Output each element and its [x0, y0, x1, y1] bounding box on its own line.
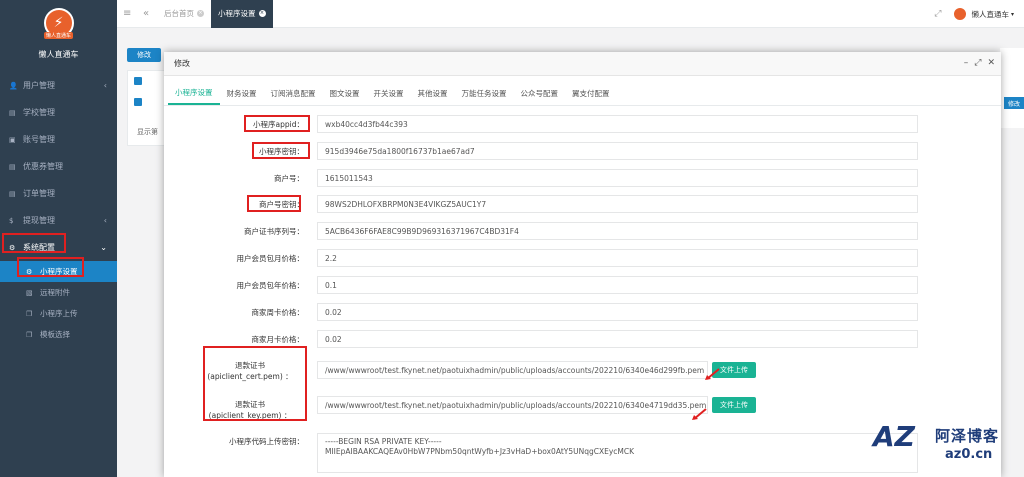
edit-button[interactable]: 修改 [127, 48, 161, 62]
upload-key-button[interactable]: 文件上传 [712, 397, 756, 413]
highlight-miniapp-settings [17, 257, 84, 277]
tab-miniapp-settings[interactable]: 小程序设置 × [211, 0, 273, 28]
chevron-left-icon: ‹ [103, 81, 107, 90]
sidebar-item-withdraw[interactable]: $ 提现管理 ‹ [0, 207, 117, 234]
modal-header: 修改 [164, 52, 1001, 76]
id-card-icon: ▣ [9, 135, 16, 144]
monthly-card-field[interactable]: 0.02 [317, 330, 918, 348]
sidebar-item-schools[interactable]: ▤ 学校管理 [0, 99, 117, 126]
minimize-icon[interactable]: – [964, 58, 969, 68]
double-left-icon[interactable]: « [143, 8, 157, 19]
cert-path-field[interactable]: /www/wwwroot/test.fkynet.net/paotuixhadm… [317, 361, 708, 379]
label-monthly-card: 商家月卡价格： [251, 335, 305, 344]
sidebar-subitem-template-select[interactable]: ❐ 模板选择 [0, 324, 117, 345]
watermark: AZ 阿泽博客 az0.cn [873, 420, 1023, 470]
username[interactable]: 懒人直通车 [971, 9, 1009, 20]
weekly-card-field[interactable]: 0.02 [317, 303, 918, 321]
secret-field[interactable]: 915d3946e75da1800f16737b1ae67ad7 [317, 142, 918, 160]
sidebar-subitem-remote-attachment[interactable]: ▧ 远程附件 [0, 282, 117, 303]
document-icon: ▤ [9, 108, 16, 117]
yearly-price-field[interactable]: 0.1 [317, 276, 918, 294]
dollar-icon: $ [9, 216, 14, 225]
highlight-appid-label [244, 115, 310, 132]
modal-controls: – ⤢ ✕ [964, 58, 995, 68]
label-weekly-card: 商家周卡价格： [251, 308, 305, 317]
tab-rich-text[interactable]: 图文设置 [323, 81, 367, 105]
tab-switches[interactable]: 开关设置 [367, 81, 411, 105]
tab-bestpay[interactable]: 翼支付配置 [565, 81, 617, 105]
tab-miniapp[interactable]: 小程序设置 [168, 81, 220, 105]
menu-icon[interactable]: ≡ [123, 8, 137, 19]
image-icon: ▧ [26, 288, 33, 297]
background-right [1000, 48, 1024, 128]
mchid-field[interactable]: 1615011543 [317, 169, 918, 187]
copy-icon: ❐ [26, 309, 33, 318]
label-upload-key: 小程序代码上传密钥： [229, 437, 304, 446]
sidebar-item-orders[interactable]: ▤ 订单管理 [0, 180, 117, 207]
close-icon[interactable]: × [197, 10, 204, 17]
tab-finance[interactable]: 财务设置 [220, 81, 264, 105]
arrow-icon [692, 408, 707, 420]
pagination-info: 显示第 [137, 128, 158, 136]
brand: ⚡ 懒人直通车 懒人直通车 [0, 0, 117, 72]
highlight-secret-label [252, 142, 310, 159]
topbar: ≡ « 后台首页 × 小程序设置 × ⤢ 懒人直通车 ▾ [117, 0, 1024, 28]
upload-key-textarea[interactable]: -----BEGIN RSA PRIVATE KEY----- MIIEpAIB… [317, 433, 918, 473]
tab-subscribe-msg[interactable]: 订阅消息配置 [264, 81, 323, 105]
label-monthly-price: 用户会员包月价格： [236, 254, 305, 263]
caret-down-icon[interactable]: ▾ [1011, 11, 1014, 18]
topbar-right: ⤢ 懒人直通车 ▾ [934, 0, 1014, 28]
sidebar-item-coupons[interactable]: ▤ 优惠券管理 [0, 153, 117, 180]
fullscreen-icon[interactable]: ⤢ [934, 9, 941, 19]
select-all-checkbox[interactable] [134, 77, 142, 85]
label-cert-serial: 商户证书序列号： [244, 227, 304, 236]
highlight-cert-labels [203, 346, 307, 421]
maximize-icon[interactable]: ⤢ [974, 58, 981, 68]
watermark-title: 阿泽博客 [935, 427, 1000, 445]
row-edit-button[interactable]: 修改 [1004, 97, 1024, 109]
modal-tabs: 小程序设置 财务设置 订阅消息配置 图文设置 开关设置 其他设置 万能任务设置 … [164, 76, 1001, 106]
row-checkbox[interactable] [134, 98, 142, 106]
avatar[interactable] [953, 7, 968, 21]
copy-icon: ❐ [26, 330, 33, 339]
arrow-icon [705, 368, 720, 380]
modal-title: 修改 [174, 59, 190, 68]
chevron-left-icon: ‹ [103, 216, 107, 225]
tab-other[interactable]: 其他设置 [411, 81, 455, 105]
cert-serial-field[interactable]: 5ACB6436F6FAE8C99B9D969316371967C4BD31F4 [317, 222, 918, 240]
sidebar-item-users[interactable]: 👤 用户管理 ‹ [0, 72, 117, 99]
user-icon: 👤 [9, 81, 18, 90]
brand-name: 懒人直通车 [38, 50, 79, 59]
document-icon: ▤ [9, 189, 16, 198]
close-icon[interactable]: ✕ [987, 58, 995, 68]
logo-subtext: 懒人直通车 [43, 32, 73, 39]
close-icon[interactable]: × [258, 10, 266, 17]
watermark-url: az0.cn [945, 447, 993, 462]
mchkey-field[interactable]: 98WS2DHLOFXBRPM0N3E4VIKGZ5AUC1Y7 [317, 195, 918, 213]
highlight-mchkey-label [247, 195, 301, 212]
highlight-system-config [2, 233, 66, 253]
label-yearly-price: 用户会员包年价格： [236, 281, 305, 290]
label-mchid: 商户号： [274, 174, 304, 183]
appid-field[interactable]: wxb40cc4d3fb44c393 [317, 115, 918, 133]
tab-home[interactable]: 后台首页 × [157, 0, 211, 28]
chevron-down-icon: ⌄ [100, 243, 107, 252]
sidebar-subitem-miniapp-upload[interactable]: ❐ 小程序上传 [0, 303, 117, 324]
sidebar-item-accounts[interactable]: ▣ 账号管理 [0, 126, 117, 153]
tab-universal-task[interactable]: 万能任务设置 [455, 81, 514, 105]
key-path-field[interactable]: /www/wwwroot/test.fkynet.net/paotuixhadm… [317, 396, 708, 414]
monthly-price-field[interactable]: 2.2 [317, 249, 918, 267]
tab-official-account[interactable]: 公众号配置 [514, 81, 566, 105]
watermark-logo: AZ [873, 420, 915, 453]
document-icon: ▤ [9, 162, 16, 171]
